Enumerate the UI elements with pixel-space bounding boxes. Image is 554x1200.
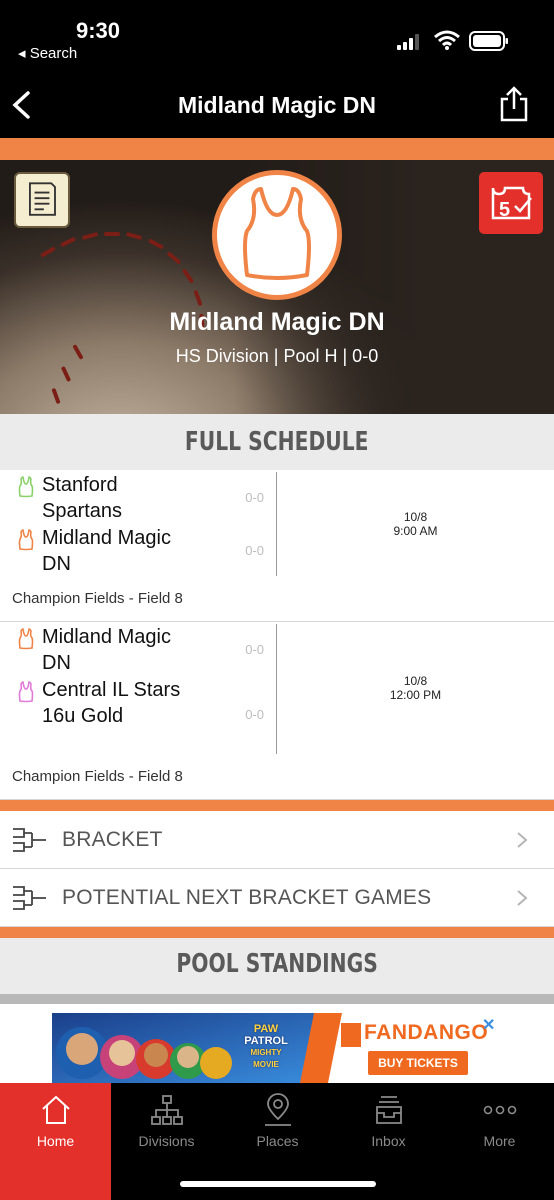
ad-movie-title-line: PAW [253,1023,279,1035]
game-location: Champion Fields - Field 8 [12,768,183,785]
tab-label: Inbox [371,1133,406,1149]
pool-standings-header[interactable]: POOL STANDINGS [0,938,554,994]
svg-text:5: 5 [499,199,510,221]
team-name: Stanford Spartans [42,474,123,522]
bottom-tab-bar: Home Divisions Places Inbox More [0,1083,554,1200]
wifi-icon [434,30,460,50]
status-bar: 9:30 ◂ Search [0,0,554,70]
ticket-check-icon: 5 [491,186,532,221]
jersey-icon [18,681,34,703]
team-name: Midland Magic DN [42,626,171,674]
game-location: Champion Fields - Field 8 [12,590,183,607]
game-card[interactable]: Stanford Spartans 0-0 Midland Magic DN 0… [0,470,554,622]
game-date: 10/8 [403,510,428,524]
tab-home[interactable]: Home [0,1083,111,1200]
potential-bracket-games-link[interactable]: POTENTIAL NEXT BRACKET GAMES [0,869,554,927]
share-icon[interactable] [498,86,530,122]
status-time: 9:30 [76,18,121,43]
team-division-pool: HS Division | Pool H | 0-0 [175,346,379,366]
notes-button[interactable] [14,172,70,228]
tab-more[interactable]: More [444,1083,554,1200]
game-team-row: Midland Magic DN 0-0 [16,525,266,577]
home-indicator [180,1181,376,1187]
bracket-label: BRACKET [62,828,163,851]
game-time: 9:00 AM [393,524,438,538]
back-to-search-link[interactable]: ◂ Search [18,44,77,62]
game-team-row: Midland Magic DN 0-0 [16,624,266,676]
ad-buy-tickets-button[interactable]: BUY TICKETS [368,1051,468,1075]
team-record: 0-0 [245,707,264,722]
home-icon [42,1095,70,1124]
jersey-icon [18,529,34,551]
accent-strip [0,138,554,160]
game-card[interactable]: Midland Magic DN 0-0 Central IL Stars 16… [0,622,554,800]
full-schedule-header: FULL SCHEDULE [0,414,554,470]
jersey-icon [18,476,34,498]
team-record: 0-0 [245,490,264,505]
potential-bracket-label: POTENTIAL NEXT BRACKET GAMES [62,886,432,909]
ad-brand-text: FANDANGO [364,1021,489,1044]
tab-label: Divisions [138,1133,195,1149]
more-dots-icon [483,1105,517,1115]
navigation-bar: Midland Magic DN [0,70,554,138]
pool-standings-title: POOL STANDINGS [176,949,378,979]
ad-movie-title: PAW PATROL MIGHTY MOVIE [238,1023,294,1071]
team-record: 0-0 [245,543,264,558]
bracket-link[interactable]: BRACKET [0,811,554,869]
game-date: 10/8 [403,674,428,688]
team-name: Central IL Stars 16u Gold [42,679,181,727]
bracket-icon [13,886,46,910]
tab-label: More [483,1133,516,1149]
team-record: 0-0 [245,642,264,657]
note-icon [29,182,56,216]
accent-strip [0,800,554,811]
team-logo [212,170,342,300]
jersey-icon [243,187,311,280]
cellular-signal-icon [397,34,419,50]
chevron-right-icon [517,890,528,906]
tab-label: Places [256,1133,299,1149]
advertisement-banner[interactable]: PAW PATROL MIGHTY MOVIE FANDANGO BUY TIC… [52,1013,502,1083]
team-name: Midland Magic DN [169,308,385,336]
full-schedule-title: FULL SCHEDULE [185,427,369,457]
chevron-right-icon [517,832,528,848]
location-pin-icon [265,1093,291,1126]
inbox-tray-icon [376,1096,402,1124]
team-name: Midland Magic DN [42,527,171,575]
accent-strip [0,927,554,938]
game-time: 12:00 PM [389,688,442,702]
ad-movie-title-line: MIGHTY MOVIE [250,1048,282,1069]
jersey-icon [18,628,34,650]
divider-strip [0,994,554,1004]
page-title: Midland Magic DN [177,92,377,118]
battery-icon [469,31,508,51]
bracket-icon [13,828,46,852]
ad-close-icon[interactable]: ✕ [482,1015,495,1035]
game-team-row: Stanford Spartans 0-0 [16,472,266,524]
hierarchy-icon [151,1095,183,1125]
team-hero-banner: 5 Midland Magic DN HS Division | Pool H … [0,160,554,414]
tickets-button[interactable]: 5 [479,172,543,234]
game-team-row: Central IL Stars 16u Gold 0-0 [16,677,266,755]
tab-label: Home [36,1133,75,1149]
ad-movie-title-line: PATROL [244,1035,288,1047]
